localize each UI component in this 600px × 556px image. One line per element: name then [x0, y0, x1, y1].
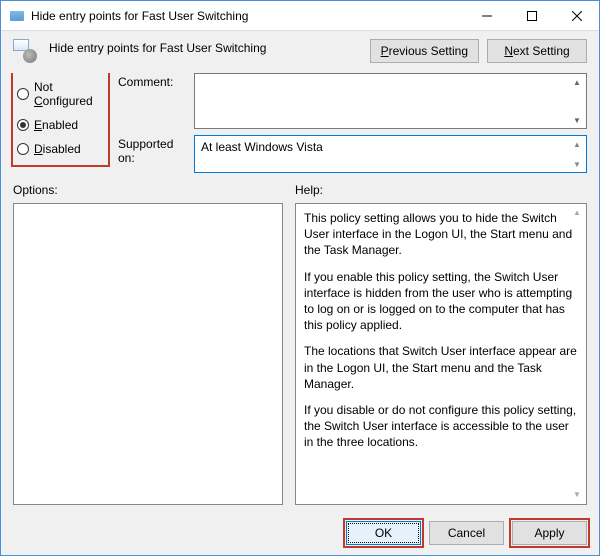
radio-icon	[17, 119, 29, 131]
footer: OK Cancel Apply	[1, 513, 599, 555]
comment-row: Comment: ▲ ▼	[118, 73, 587, 129]
scroll-up-icon[interactable]: ▲	[571, 138, 583, 150]
previous-setting-button[interactable]: Previous Setting	[370, 39, 479, 63]
policy-name: Hide entry points for Fast User Switchin…	[49, 39, 370, 55]
supported-on-box: At least Windows Vista ▲ ▼	[194, 135, 587, 173]
state-radio-group: Not Configured Enabled Disabled	[13, 73, 108, 165]
top-row: Not Configured Enabled Disabled Comment:…	[13, 73, 587, 173]
titlebar: Hide entry points for Fast User Switchin…	[1, 1, 599, 31]
help-paragraph: This policy setting allows you to hide t…	[304, 210, 578, 259]
options-column: Options:	[13, 183, 283, 505]
policy-dialog: Hide entry points for Fast User Switchin…	[0, 0, 600, 556]
radio-label: Disabled	[34, 142, 81, 156]
policy-header-icon	[13, 39, 41, 63]
options-panel	[13, 203, 283, 505]
nav-buttons: Previous Setting Next Setting	[370, 39, 587, 63]
supported-row: Supported on: At least Windows Vista ▲ ▼	[118, 135, 587, 173]
radio-enabled[interactable]: Enabled	[17, 113, 104, 137]
comment-column: Comment: ▲ ▼ Supported on: At least Wind…	[118, 73, 587, 173]
help-label: Help:	[295, 183, 587, 197]
radio-icon	[17, 143, 29, 155]
radio-label: Not Configured	[34, 80, 104, 108]
supported-on-text: At least Windows Vista	[201, 140, 323, 154]
policy-icon	[9, 8, 25, 24]
window-title: Hide entry points for Fast User Switchin…	[31, 9, 464, 23]
radio-disabled[interactable]: Disabled	[17, 137, 104, 161]
scroll-down-icon[interactable]: ▼	[571, 114, 583, 126]
ok-button[interactable]: OK	[346, 521, 421, 545]
comment-label: Comment:	[118, 73, 188, 89]
scroll-up-icon[interactable]: ▲	[571, 207, 583, 219]
mid-row: Options: Help: This policy setting allow…	[13, 183, 587, 505]
highlight-ok: OK	[346, 521, 421, 545]
help-column: Help: This policy setting allows you to …	[295, 183, 587, 505]
apply-button[interactable]: Apply	[512, 521, 587, 545]
close-button[interactable]	[554, 1, 599, 30]
comment-textbox[interactable]: ▲ ▼	[194, 73, 587, 129]
scroll-down-icon[interactable]: ▼	[571, 489, 583, 501]
scroll-down-icon[interactable]: ▼	[571, 158, 583, 170]
supported-label: Supported on:	[118, 135, 188, 165]
minimize-button[interactable]	[464, 1, 509, 30]
radio-label: Enabled	[34, 118, 78, 132]
radio-not-configured[interactable]: Not Configured	[17, 75, 104, 113]
maximize-button[interactable]	[509, 1, 554, 30]
highlight-apply: Apply	[512, 521, 587, 545]
help-paragraph: If you enable this policy setting, the S…	[304, 269, 578, 334]
options-label: Options:	[13, 183, 283, 197]
help-paragraph: The locations that Switch User interface…	[304, 343, 578, 392]
radio-icon	[17, 88, 29, 100]
cancel-button[interactable]: Cancel	[429, 521, 504, 545]
help-paragraph: If you disable or do not configure this …	[304, 402, 578, 451]
scroll-up-icon[interactable]: ▲	[571, 76, 583, 88]
body: Not Configured Enabled Disabled Comment:…	[1, 73, 599, 513]
help-panel: This policy setting allows you to hide t…	[295, 203, 587, 505]
next-setting-button[interactable]: Next Setting	[487, 39, 587, 63]
header-row: Hide entry points for Fast User Switchin…	[1, 31, 599, 73]
